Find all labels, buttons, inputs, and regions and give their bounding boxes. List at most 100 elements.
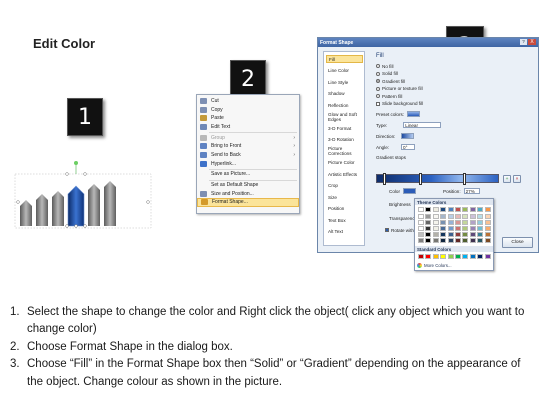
radio-gradient-fill[interactable]: Gradient fill bbox=[376, 78, 405, 84]
color-swatch[interactable] bbox=[432, 214, 439, 219]
color-swatch[interactable] bbox=[447, 226, 454, 231]
color-swatch[interactable] bbox=[418, 238, 424, 243]
standard-color-swatch[interactable] bbox=[425, 254, 432, 259]
color-swatch[interactable] bbox=[432, 238, 439, 243]
color-swatch[interactable] bbox=[484, 226, 491, 231]
color-swatch[interactable] bbox=[477, 232, 484, 237]
standard-color-swatch[interactable] bbox=[432, 254, 439, 259]
direction-dropdown[interactable] bbox=[401, 133, 415, 139]
nav-glow-soft-edges[interactable]: Glow and Soft Edges bbox=[326, 112, 363, 122]
type-dropdown[interactable]: Linear bbox=[403, 122, 442, 128]
help-button[interactable]: ? bbox=[520, 39, 527, 45]
menu-item-group[interactable]: Group › bbox=[197, 134, 299, 143]
remove-stop-button[interactable]: × bbox=[513, 175, 521, 183]
close-x-button[interactable]: X bbox=[528, 39, 536, 45]
standard-color-swatch[interactable] bbox=[418, 254, 424, 259]
nav-text-box[interactable]: Text Box bbox=[326, 216, 363, 224]
nav-picture-corrections[interactable]: Picture Corrections bbox=[326, 146, 363, 156]
menu-item-send-to-back[interactable]: Send to Back › bbox=[197, 151, 299, 160]
color-swatch[interactable] bbox=[440, 232, 447, 237]
standard-color-swatch[interactable] bbox=[447, 254, 454, 259]
gradient-stops-bar[interactable] bbox=[376, 173, 499, 185]
close-button[interactable]: Close bbox=[502, 237, 533, 248]
gradient-stop-handle[interactable] bbox=[463, 173, 466, 185]
color-swatch[interactable] bbox=[462, 214, 469, 219]
arrow-bars-illustration[interactable] bbox=[14, 160, 152, 230]
standard-color-swatch[interactable] bbox=[462, 254, 469, 259]
menu-item-bring-to-front[interactable]: Bring to Front › bbox=[197, 142, 299, 151]
color-swatch[interactable] bbox=[440, 214, 447, 219]
color-swatch[interactable] bbox=[484, 220, 491, 225]
color-swatch[interactable] bbox=[462, 207, 469, 212]
checkbox-slide-background[interactable]: Slide background fill bbox=[376, 101, 423, 107]
menu-item-size-and-position[interactable]: Size and Position... bbox=[197, 190, 299, 199]
menu-item-edit-text[interactable]: Edit Text bbox=[197, 123, 299, 132]
standard-color-swatch[interactable] bbox=[440, 254, 447, 259]
color-swatch[interactable] bbox=[455, 214, 461, 219]
nav-line-color[interactable]: Line Color bbox=[326, 67, 363, 75]
color-swatch[interactable] bbox=[418, 226, 424, 231]
menu-item-hyperlink[interactable]: Hyperlink... bbox=[197, 159, 299, 168]
color-swatch[interactable] bbox=[469, 226, 476, 231]
color-swatch[interactable] bbox=[432, 220, 439, 225]
color-swatch[interactable] bbox=[484, 214, 491, 219]
angle-input[interactable]: 0° bbox=[401, 144, 416, 150]
color-swatch[interactable] bbox=[477, 220, 484, 225]
color-swatch[interactable] bbox=[440, 226, 447, 231]
position-input[interactable]: 27% bbox=[463, 188, 480, 194]
color-swatch[interactable] bbox=[477, 214, 484, 219]
standard-color-swatch[interactable] bbox=[469, 254, 476, 259]
color-swatch[interactable] bbox=[425, 238, 432, 243]
radio-pattern-fill[interactable]: Pattern fill bbox=[376, 93, 402, 99]
menu-item-save-as-picture[interactable]: Save as Picture... bbox=[197, 170, 299, 179]
color-swatch[interactable] bbox=[418, 220, 424, 225]
standard-color-swatch[interactable] bbox=[484, 254, 491, 259]
color-swatch[interactable] bbox=[440, 207, 447, 212]
color-swatch[interactable] bbox=[455, 238, 461, 243]
menu-item-set-default-shape[interactable]: Set as Default Shape bbox=[197, 181, 299, 190]
color-swatch[interactable] bbox=[455, 232, 461, 237]
nav-fill[interactable]: Fill bbox=[326, 55, 363, 63]
add-stop-button[interactable]: + bbox=[503, 175, 511, 183]
color-swatch[interactable] bbox=[418, 232, 424, 237]
color-swatch[interactable] bbox=[455, 226, 461, 231]
color-swatch[interactable] bbox=[418, 207, 424, 212]
color-swatch[interactable] bbox=[425, 214, 432, 219]
dialog-title-bar[interactable]: Format Shape bbox=[318, 38, 538, 47]
color-swatch[interactable] bbox=[432, 226, 439, 231]
color-swatch[interactable] bbox=[425, 232, 432, 237]
nav-picture-color[interactable]: Picture Color bbox=[326, 159, 363, 167]
color-swatch[interactable] bbox=[432, 232, 439, 237]
radio-picture-fill[interactable]: Picture or texture fill bbox=[376, 86, 423, 92]
color-swatch[interactable] bbox=[447, 214, 454, 219]
color-swatch[interactable] bbox=[455, 220, 461, 225]
color-swatch[interactable] bbox=[484, 207, 491, 212]
nav-shadow[interactable]: Shadow bbox=[326, 90, 363, 98]
color-swatch[interactable] bbox=[477, 238, 484, 243]
color-swatch[interactable] bbox=[469, 214, 476, 219]
radio-no-fill[interactable]: No fill bbox=[376, 63, 394, 69]
color-swatch[interactable] bbox=[462, 226, 469, 231]
nav-artistic-effects[interactable]: Artistic Effects bbox=[326, 170, 363, 178]
color-swatch[interactable] bbox=[418, 214, 424, 219]
gradient-stop-handle[interactable] bbox=[419, 173, 422, 185]
color-swatch[interactable] bbox=[469, 238, 476, 243]
color-swatch[interactable] bbox=[462, 220, 469, 225]
gradient-stop-handle[interactable] bbox=[383, 173, 386, 185]
color-swatch[interactable] bbox=[447, 232, 454, 237]
nav-3d-rotation[interactable]: 3-D Rotation bbox=[326, 136, 363, 144]
menu-item-paste[interactable]: Paste bbox=[197, 114, 299, 123]
nav-size[interactable]: Size bbox=[326, 193, 363, 201]
color-swatch[interactable] bbox=[462, 232, 469, 237]
color-dropdown[interactable] bbox=[402, 188, 416, 194]
color-swatch[interactable] bbox=[440, 238, 447, 243]
nav-line-style[interactable]: Line Style bbox=[326, 78, 363, 86]
menu-item-cut[interactable]: Cut bbox=[197, 97, 299, 106]
menu-item-copy[interactable]: Copy bbox=[197, 106, 299, 115]
standard-color-swatch[interactable] bbox=[455, 254, 461, 259]
color-swatch[interactable] bbox=[425, 220, 432, 225]
color-swatch[interactable] bbox=[440, 220, 447, 225]
color-swatch[interactable] bbox=[469, 220, 476, 225]
color-swatch[interactable] bbox=[484, 238, 491, 243]
color-swatch[interactable] bbox=[425, 226, 432, 231]
